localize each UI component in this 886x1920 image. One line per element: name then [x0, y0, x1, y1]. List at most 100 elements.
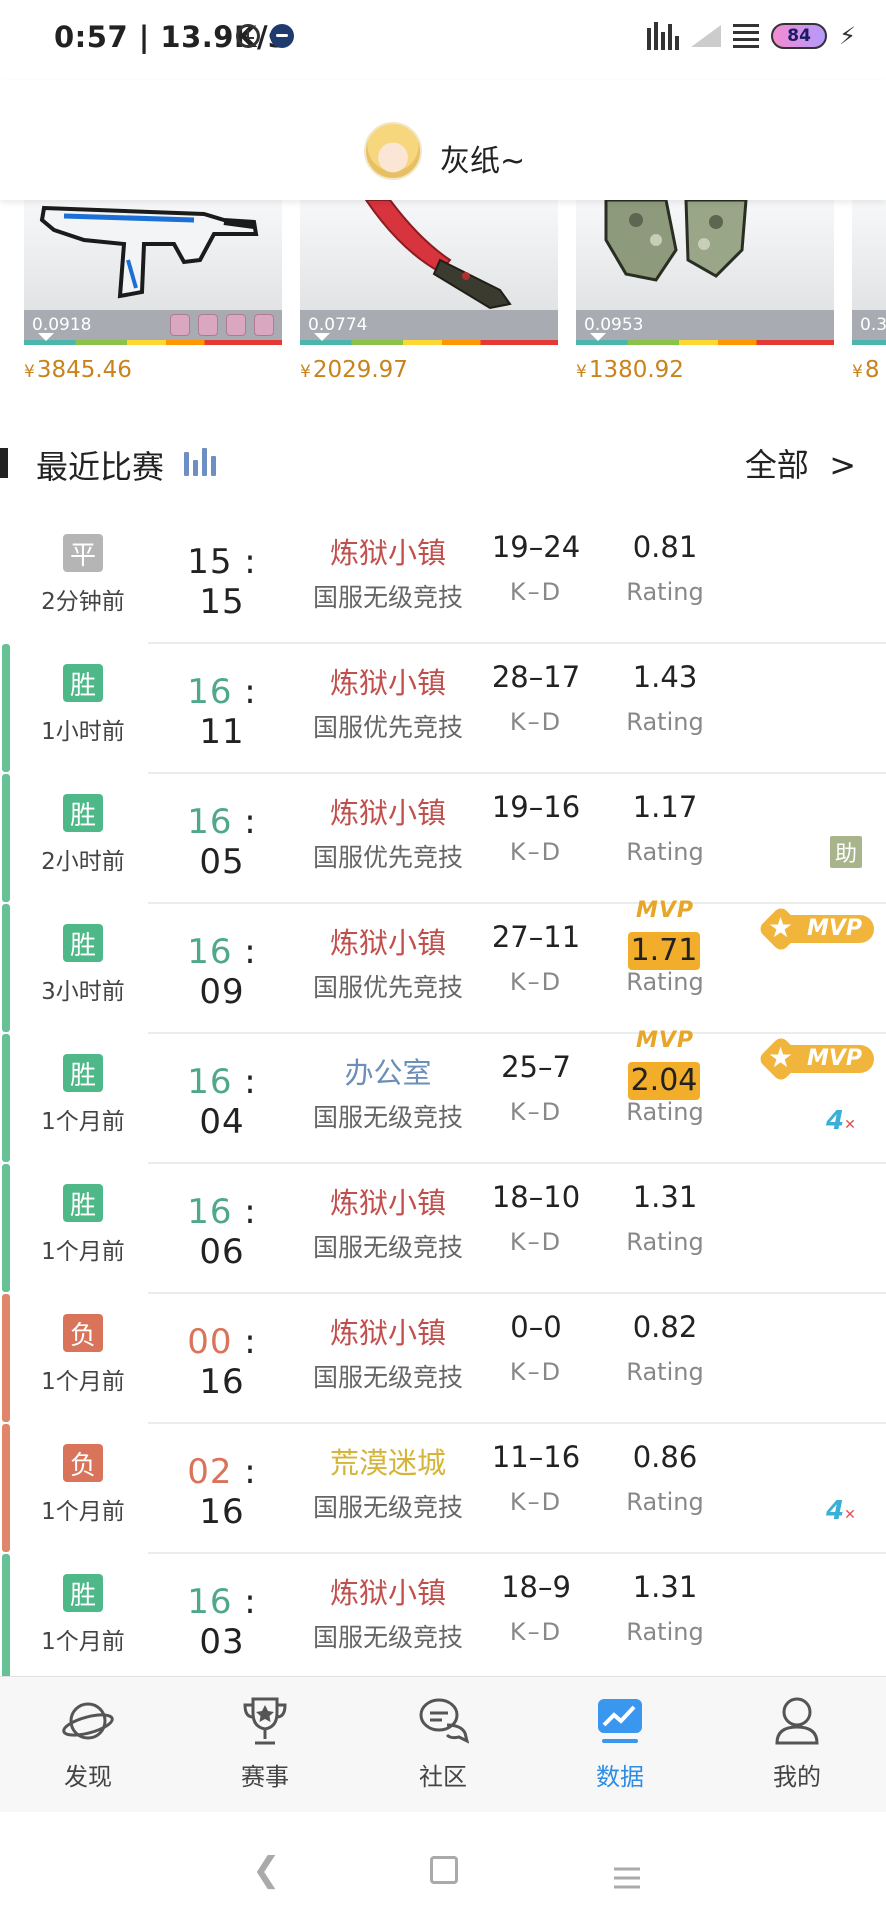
match-row[interactable]: 负 1个月前 02 : 16 荒漠迷城 国服无级竞技 11–16 K–D 0.86 Rating…	[0, 1424, 886, 1554]
view-all-link[interactable]: 全部 >	[745, 440, 856, 486]
result-badge: 胜	[63, 924, 103, 962]
map-name: 炼狱小镇	[329, 666, 446, 700]
rating-label: Rating	[626, 708, 704, 736]
wear-bar	[576, 340, 834, 345]
four-kill-icon: 4✕	[826, 1106, 856, 1136]
result-badge: 负	[63, 1314, 103, 1352]
skin-price: ¥8	[852, 357, 880, 383]
result-badge: 胜	[63, 794, 103, 832]
avatar[interactable]	[364, 122, 422, 180]
rating-value: 0.82	[632, 1310, 698, 1344]
game-mode: 国服无级竞技	[312, 1493, 463, 1522]
match-time: 2分钟前	[41, 589, 125, 615]
match-time: 1个月前	[41, 1499, 125, 1525]
game-mode: 国服无级竞技	[312, 1103, 463, 1132]
nav-me[interactable]: 我的	[737, 1695, 857, 1792]
kd-label: K–D	[509, 578, 563, 606]
match-row[interactable]: 胜 2小时前 16 : 05 炼狱小镇 国服优先竞技 19–16 K–D 1.17 Rating…	[0, 774, 886, 904]
username[interactable]: 灰纸~	[440, 136, 525, 180]
mvp-tag: MVP	[635, 1028, 695, 1053]
match-time: 1个月前	[41, 1239, 125, 1265]
map-name: 荒漠迷城	[329, 1446, 446, 1480]
skin-image	[852, 200, 886, 310]
match-row[interactable]: 平 2分钟前 15 : 15 炼狱小镇 国服无级竞技 19–24 K–D 0.81 Rating	[0, 514, 886, 644]
nav-label: 社区	[419, 1763, 467, 1791]
rifle-skin-image	[24, 200, 282, 310]
nav-label: 赛事	[241, 1763, 289, 1791]
game-mode: 国服无级竞技	[312, 1623, 463, 1652]
score-opponent: 09	[199, 972, 245, 1012]
home-icon[interactable]	[430, 1856, 458, 1884]
score-team: 16	[187, 1192, 233, 1232]
score-opponent: 16	[199, 1492, 245, 1532]
kd-label: K–D	[509, 968, 563, 996]
match-row[interactable]: 负 1个月前 00 : 16 炼狱小镇 国服无级竞技 0–0 K–D 0.82 Rating	[0, 1294, 886, 1424]
chevron-right-icon: >	[829, 446, 856, 484]
skin-card[interactable]: 0.3 ¥8	[852, 200, 886, 383]
kd-label: K–D	[509, 1488, 563, 1516]
nav-events[interactable]: 赛事	[205, 1695, 325, 1792]
battery-level: 84	[787, 26, 811, 46]
map-name: 炼狱小镇	[329, 1316, 446, 1350]
game-mode: 国服优先竞技	[312, 973, 463, 1002]
kd-label: K–D	[509, 1098, 563, 1126]
nav-label: 我的	[773, 1763, 821, 1791]
match-row[interactable]: 胜 3小时前 16 : 09 炼狱小镇 国服优先竞技 27–11 K–D MVP 1.71 Rat…	[0, 898, 886, 1034]
kd-label: K–D	[509, 708, 563, 736]
score-team: 16	[187, 1582, 233, 1622]
match-row[interactable]: 胜 1个月前 16 : 04 办公室 国服无级竞技 25–7 K–D MVP 2.04 Ratin…	[0, 1028, 886, 1164]
map-name: 炼狱小镇	[329, 926, 446, 960]
match-score: 16 : 04	[187, 1062, 257, 1142]
skin-wear: 0.0918	[32, 315, 92, 335]
sticker-icons	[170, 314, 274, 336]
score-team: 16	[187, 672, 233, 712]
match-row[interactable]: 胜 1个月前 16 : 06 炼狱小镇 国服无级竞技 18–10 K–D 1.31 Rating	[0, 1164, 886, 1294]
match-score: 16 : 11	[187, 672, 257, 752]
kd-label: K–D	[509, 1228, 563, 1256]
skin-card[interactable]: 0.0918 ¥3845.46	[24, 200, 282, 383]
skin-card[interactable]: 0.0953 ¥1380.92	[576, 200, 834, 383]
result-badge: 负	[63, 1444, 103, 1482]
rating-value: 1.71	[628, 932, 700, 970]
map-name: 办公室	[344, 1056, 432, 1090]
nav-data[interactable]: 数据	[560, 1695, 680, 1792]
rating-value: 1.43	[632, 660, 698, 694]
score-opponent: 06	[199, 1232, 245, 1272]
match-row[interactable]: 胜 1个月前 16 : 03 炼狱小镇 国服无级竞技 18–9 K–D 1.31 Rating	[0, 1554, 886, 1684]
menu-icon[interactable]	[614, 1858, 640, 1898]
match-row[interactable]: 胜 1小时前 16 : 11 炼狱小镇 国服优先竞技 28–17 K–D 1.43 Rating	[0, 644, 886, 774]
wear-bar	[852, 340, 886, 345]
rating-label: Rating	[626, 1618, 704, 1646]
status-bar: 0:57 | 13.9K/s 84 ⚡	[0, 0, 886, 80]
inventory-strip[interactable]: 0.0918 ¥3845.46 0.0774 ¥2029.97 0.0953 ¥…	[0, 200, 886, 400]
nav-community[interactable]: 社区	[383, 1695, 503, 1792]
back-icon[interactable]: ❮	[252, 1850, 281, 1890]
app-notification-icon	[270, 24, 294, 48]
filter-icon[interactable]	[184, 446, 216, 476]
vibrate-icon	[647, 22, 680, 50]
kd-label: K–D	[509, 1618, 563, 1646]
kill-death: 18–9	[501, 1570, 571, 1604]
rating-label: Rating	[626, 1228, 704, 1256]
map-name: 炼狱小镇	[329, 536, 446, 570]
nav-discover[interactable]: 发现	[28, 1695, 148, 1792]
kd-label: K–D	[509, 1358, 563, 1386]
rating-label: Rating	[626, 578, 704, 606]
rating-value: 1.17	[632, 790, 698, 824]
rating-label: Rating	[626, 1488, 704, 1516]
rating-value: 1.31	[632, 1570, 698, 1604]
result-stripe	[2, 644, 10, 772]
match-score: 16 : 09	[187, 932, 257, 1012]
gloves-skin-image	[576, 200, 834, 310]
result-stripe	[2, 904, 10, 1032]
signal-icon	[691, 25, 722, 47]
kill-death: 27–11	[491, 920, 581, 954]
match-score: 16 : 03	[187, 1582, 257, 1662]
assist-badge: 助	[830, 836, 862, 868]
skin-card[interactable]: 0.0774 ¥2029.97	[300, 200, 558, 383]
skin-wear: 0.0953	[584, 315, 644, 335]
nav-label: 发现	[64, 1763, 112, 1791]
score-opponent: 04	[199, 1102, 245, 1142]
chart-icon	[594, 1695, 646, 1747]
score-opponent: 05	[199, 842, 245, 882]
